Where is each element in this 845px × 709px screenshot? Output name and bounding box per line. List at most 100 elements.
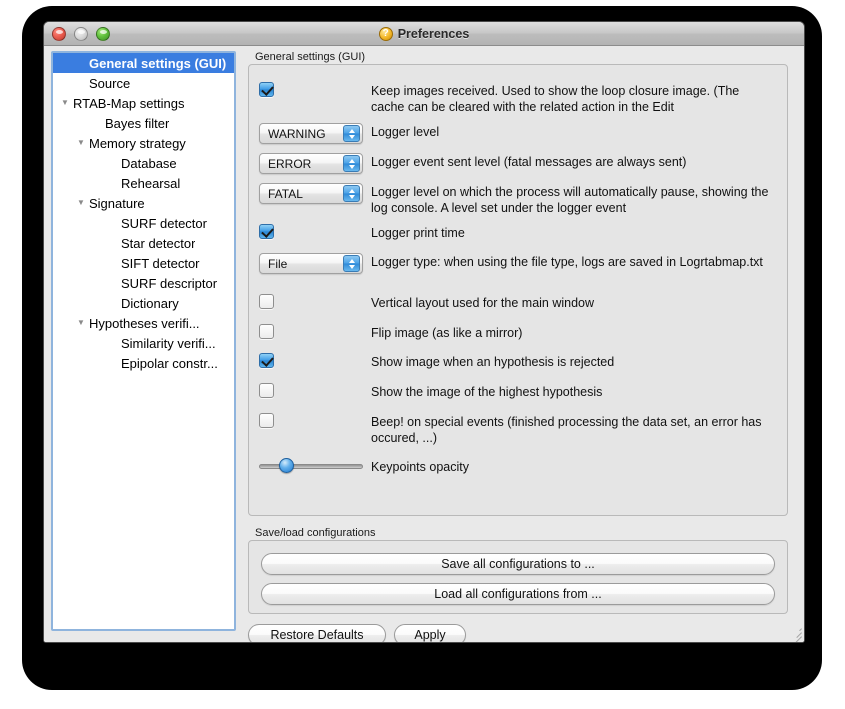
sidebar-item[interactable]: ▼ Memory strategy: [53, 133, 234, 153]
saveload-groupbox: Save/load configurations Save all config…: [248, 527, 788, 614]
chevron-up-icon[interactable]: [348, 158, 355, 163]
chevron-down-icon[interactable]: ▼: [57, 99, 73, 107]
sidebar-item-label: Memory strategy: [89, 135, 186, 151]
load-all-configurations-button[interactable]: Load all configurations from ...: [261, 583, 775, 605]
setting-control-cell: [249, 353, 371, 368]
chevron-down-icon[interactable]: ▼: [73, 139, 89, 147]
sidebar-item-label: Database: [121, 155, 177, 171]
setting-row: Flip image (as like a mirror): [249, 324, 789, 341]
chevron-down-icon[interactable]: [348, 164, 355, 169]
setting-description: Keypoints opacity: [371, 460, 469, 474]
setting-description: Flip image (as like a mirror): [371, 326, 523, 340]
zoom-button-icon[interactable]: [96, 27, 110, 41]
window-title-group: ? Preferences: [378, 26, 470, 41]
setting-control-cell: [249, 82, 371, 97]
save-all-configurations-button[interactable]: Save all configurations to ...: [261, 553, 775, 575]
sidebar-item-label: General settings (GUI): [89, 55, 227, 71]
chevron-up-icon[interactable]: [348, 258, 355, 263]
checkbox-show-image-hypothesis-rejected[interactable]: [259, 353, 274, 368]
sidebar-item[interactable]: SURF detector: [53, 213, 234, 233]
sidebar-item[interactable]: ▼ Hypotheses verifi...: [53, 313, 234, 333]
chevron-down-icon[interactable]: ▼: [73, 199, 89, 207]
setting-description: Logger level on which the process will a…: [371, 185, 769, 215]
saveload-groupbox-title: Save/load configurations: [255, 527, 376, 539]
sidebar-item-label: SIFT detector: [121, 255, 200, 271]
chevron-down-icon[interactable]: [348, 134, 355, 139]
sidebar-item-label: SURF detector: [121, 215, 207, 231]
preferences-window: ? Preferences General settings (GUI) Sour…: [43, 21, 805, 643]
setting-row: WARNING Logger level: [249, 123, 789, 144]
checkbox-keep-images-received[interactable]: [259, 82, 274, 97]
sidebar-item[interactable]: Rehearsal: [53, 173, 234, 193]
stepper-updown-icon[interactable]: [343, 155, 360, 172]
chevron-up-icon[interactable]: [348, 128, 355, 133]
sidebar-item[interactable]: Bayes filter: [53, 113, 234, 133]
sidebar-item[interactable]: ▼ RTAB-Map settings: [53, 93, 234, 113]
sidebar-item[interactable]: Source: [53, 73, 234, 93]
stepper-updown-icon[interactable]: [343, 185, 360, 202]
sidebar-item-label: Rehearsal: [121, 175, 181, 191]
stepper-updown-icon[interactable]: [343, 255, 360, 272]
combobox-logger-pause-level[interactable]: FATAL: [259, 183, 363, 204]
combobox-logger-event-sent-level[interactable]: ERROR: [259, 153, 363, 174]
setting-control-cell: [249, 413, 371, 428]
window-title: Preferences: [397, 26, 470, 41]
sidebar-item-label: Dictionary: [121, 295, 179, 311]
setting-description: Logger print time: [371, 226, 465, 240]
restore-defaults-button[interactable]: Restore Defaults: [248, 624, 386, 642]
stepper-updown-icon[interactable]: [343, 125, 360, 142]
checkbox-show-image-highest-hypothesis[interactable]: [259, 383, 274, 398]
combobox-logger-type[interactable]: File: [259, 253, 363, 274]
chevron-down-icon[interactable]: ▼: [73, 319, 89, 327]
sidebar-item[interactable]: SIFT detector: [53, 253, 234, 273]
minimize-button-icon[interactable]: [74, 27, 88, 41]
sidebar-item[interactable]: General settings (GUI): [53, 53, 234, 73]
setting-control-cell: [249, 294, 371, 309]
slider-track: [259, 464, 363, 469]
setting-control-cell: [249, 383, 371, 398]
sidebar-item[interactable]: SURF descriptor: [53, 273, 234, 293]
general-settings-groupbox-title: General settings (GUI): [255, 51, 366, 63]
setting-control-cell: [249, 458, 371, 474]
sidebar-item[interactable]: Dictionary: [53, 293, 234, 313]
sidebar-item-label: Epipolar constr...: [121, 355, 218, 371]
sidebar-item-label: Bayes filter: [105, 115, 170, 131]
chevron-down-icon[interactable]: [348, 194, 355, 199]
checkbox-flip-image[interactable]: [259, 324, 274, 339]
sidebar-item[interactable]: Similarity verifi...: [53, 333, 234, 353]
setting-row: Beep! on special events (finished proces…: [249, 413, 789, 446]
combobox-value: WARNING: [268, 126, 326, 141]
setting-description: Keep images received. Used to show the l…: [371, 84, 740, 114]
slider-thumb[interactable]: [278, 458, 294, 473]
sidebar-item[interactable]: Epipolar constr...: [53, 353, 234, 373]
sidebar-item-label: Star detector: [121, 235, 196, 251]
chevron-down-icon[interactable]: [348, 264, 355, 269]
help-question-icon: ?: [378, 26, 393, 41]
setting-row: Show image when an hypothesis is rejecte…: [249, 353, 789, 370]
settings-category-tree[interactable]: General settings (GUI) Source ▼ RTAB-Map se…: [51, 51, 236, 631]
checkbox-vertical-layout[interactable]: [259, 294, 274, 309]
setting-control-cell: WARNING: [249, 123, 371, 144]
setting-row: File Logger type: when using the file typ…: [249, 253, 789, 274]
setting-control-cell: [249, 224, 371, 239]
sidebar-item[interactable]: Database: [53, 153, 234, 173]
combobox-logger-level[interactable]: WARNING: [259, 123, 363, 144]
general-settings-groupbox: General settings (GUI) Keep images recei…: [248, 51, 789, 516]
combobox-value: ERROR: [268, 156, 312, 171]
dialog-body: General settings (GUI) Source ▼ RTAB-Map se…: [44, 46, 804, 642]
checkbox-logger-print-time[interactable]: [259, 224, 274, 239]
setting-description: Logger level: [371, 125, 440, 139]
setting-row: Keypoints opacity: [249, 458, 789, 475]
window-controls: [52, 27, 110, 41]
chevron-up-icon[interactable]: [348, 188, 355, 193]
sidebar-item-label: Similarity verifi...: [121, 335, 216, 351]
checkbox-beep-special-events[interactable]: [259, 413, 274, 428]
sidebar-item-label: SURF descriptor: [121, 275, 218, 291]
sidebar-item[interactable]: ▼ Signature: [53, 193, 234, 213]
resize-grip-icon[interactable]: [788, 626, 802, 642]
slider-keypoints-opacity[interactable]: [259, 458, 363, 474]
setting-description: Beep! on special events (finished proces…: [371, 415, 762, 445]
sidebar-item[interactable]: Star detector: [53, 233, 234, 253]
apply-button[interactable]: Apply: [394, 624, 466, 642]
close-button-icon[interactable]: [52, 27, 66, 41]
